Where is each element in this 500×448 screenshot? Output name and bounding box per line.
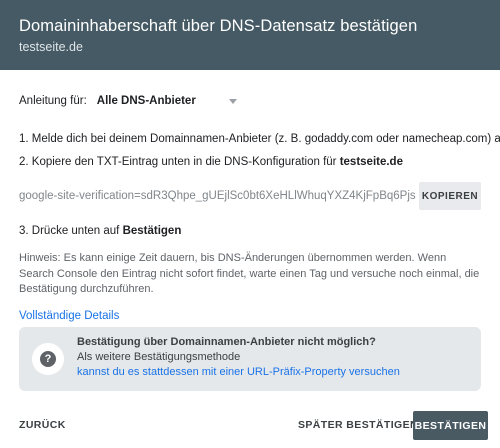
dialog-subtitle: testseite.de — [19, 40, 83, 54]
back-button[interactable]: ZURÜCK — [19, 419, 66, 431]
step-1: 1. Melde dich bei deinem Domainnamen-Anb… — [19, 133, 500, 145]
provider-dropdown-value: Alle DNS-Anbieter — [96, 95, 196, 107]
step-3-text: 3. Drücke unten auf — [19, 225, 123, 237]
step-3: 3. Drücke unten auf Bestätigen — [19, 225, 181, 237]
full-details-link[interactable]: Vollständige Details — [19, 310, 119, 322]
alternative-method-box: ? Bestätigung über Domainnamen-Anbieter … — [19, 327, 481, 391]
txt-record-row: google-site-verification=sdR3Qhpe_gUEjlS… — [19, 182, 481, 210]
guide-row: Anleitung für: Alle DNS-Anbieter — [19, 95, 237, 107]
dialog-title: Domaininhaberschaft über DNS-Datensatz b… — [19, 17, 418, 35]
alternative-method-text: Bestätigung über Domainnamen-Anbieter ni… — [77, 335, 472, 380]
step-2-text: 2. Kopiere den TXT-Eintrag unten in die … — [19, 156, 340, 168]
confirm-button[interactable]: BESTÄTIGEN — [413, 411, 488, 440]
help-icon-container: ? — [32, 343, 64, 375]
dialog-footer: ZURÜCK SPÄTER BESTÄTIGEN BESTÄTIGEN — [0, 400, 500, 448]
step-2-domain: testseite.de — [339, 156, 403, 168]
alternative-method-subtitle: Als weitere Bestätigungsmethode — [77, 351, 241, 363]
provider-dropdown[interactable]: Alle DNS-Anbieter — [97, 95, 237, 107]
txt-record-value[interactable]: google-site-verification=sdR3Qhpe_gUEjlS… — [19, 190, 419, 202]
dialog-header: Domaininhaberschaft über DNS-Datensatz b… — [0, 0, 500, 70]
copy-button[interactable]: KOPIEREN — [419, 182, 481, 210]
guide-label: Anleitung für: — [19, 95, 87, 107]
hint-text: Hinweis: Es kann einige Zeit dauern, bis… — [19, 252, 480, 295]
step-3-bold: Bestätigen — [122, 225, 182, 237]
verify-later-button[interactable]: SPÄTER BESTÄTIGEN — [298, 419, 418, 431]
caret-down-icon — [228, 98, 237, 104]
help-icon: ? — [40, 351, 56, 367]
dialog-content: Anleitung für: Alle DNS-Anbieter 1. Meld… — [0, 70, 500, 400]
step-2: 2. Kopiere den TXT-Eintrag unten in die … — [19, 156, 403, 168]
url-prefix-link[interactable]: kannst du es stattdessen mit einer URL-P… — [77, 365, 472, 380]
alternative-method-title: Bestätigung über Domainnamen-Anbieter ni… — [77, 336, 376, 348]
